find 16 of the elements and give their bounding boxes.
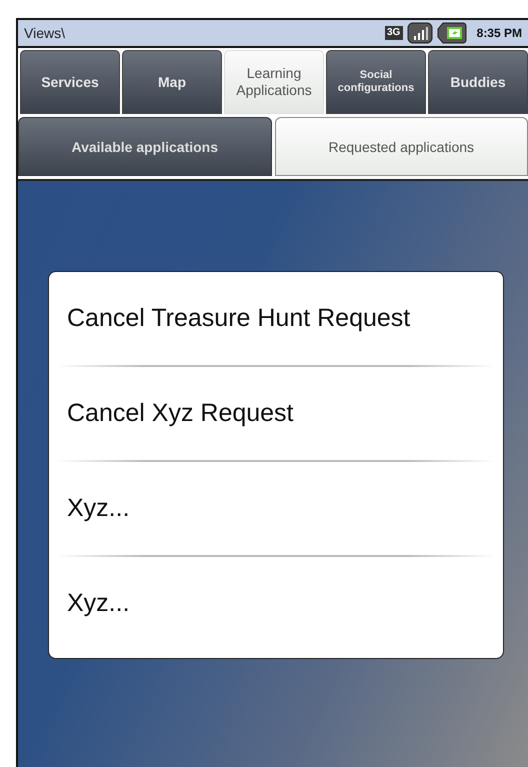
network-icon: 3G	[384, 26, 403, 40]
tab[interactable]: Social configurations	[326, 50, 426, 114]
menu-item[interactable]: Cancel Xyz Request	[57, 367, 495, 460]
menu-item[interactable]: Xyz...	[57, 462, 495, 555]
menu-item[interactable]: Xyz...	[57, 557, 495, 650]
tab[interactable]: Buddies	[428, 50, 528, 114]
sub-tab[interactable]: Available applications	[18, 117, 272, 176]
tab[interactable]: Learning Applications	[224, 50, 324, 114]
clock-time: 8:35 PM	[476, 26, 522, 40]
battery-icon	[436, 22, 467, 44]
tab[interactable]: Services	[20, 50, 120, 114]
sub-tab[interactable]: Requested applications	[274, 117, 528, 176]
window-title: Views\	[24, 25, 66, 41]
menu-item[interactable]: Cancel Treasure Hunt Request	[57, 272, 495, 365]
signal-icon	[406, 22, 433, 44]
tab[interactable]: Map	[122, 50, 222, 114]
